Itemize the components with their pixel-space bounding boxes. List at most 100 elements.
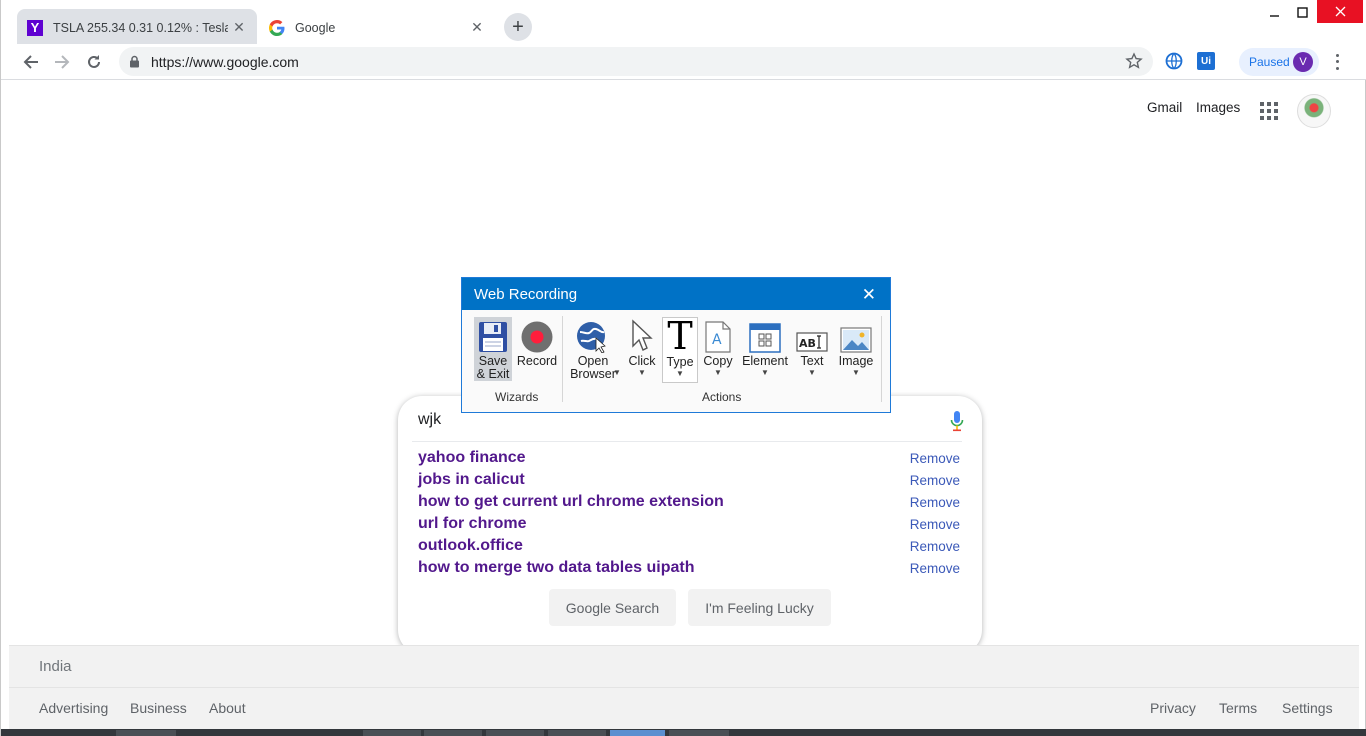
tab-title: Google: [295, 20, 336, 35]
microphone-icon[interactable]: [950, 410, 964, 432]
gmail-link[interactable]: Gmail: [1147, 100, 1182, 115]
suggestion-text[interactable]: yahoo finance: [418, 449, 526, 467]
images-link[interactable]: Images: [1196, 100, 1240, 115]
search-box: wjk yahoo finance Remove jobs in calicut…: [398, 396, 982, 654]
search-divider: [412, 441, 962, 442]
dropdown-caret-icon[interactable]: ▼: [714, 369, 722, 377]
advertising-link[interactable]: Advertising: [39, 700, 108, 716]
reload-icon[interactable]: [81, 49, 107, 75]
google-search-button[interactable]: Google Search: [549, 589, 676, 626]
yahoo-favicon-icon: Y: [27, 19, 43, 36]
privacy-link[interactable]: Privacy: [1150, 700, 1196, 716]
tab-close-icon[interactable]: ✕: [469, 19, 485, 35]
tab-google[interactable]: Google ✕: [259, 9, 495, 46]
tool-label: Type: [666, 355, 694, 369]
remove-suggestion-link[interactable]: Remove: [910, 539, 960, 554]
browser-menu-icon[interactable]: [1329, 52, 1345, 72]
text-abc-icon: AB: [796, 317, 828, 353]
remove-suggestion-link[interactable]: Remove: [910, 451, 960, 466]
remove-suggestion-link[interactable]: Remove: [910, 561, 960, 576]
tab-yahoo-finance[interactable]: Y TSLA 255.34 0.31 0.12% : Tesla, In ✕: [17, 9, 257, 46]
uipath-extension-icon[interactable]: Ui: [1197, 52, 1215, 70]
window-close-icon[interactable]: [1317, 0, 1363, 23]
tab-title: TSLA 255.34 0.31 0.12% : Tesla, In: [53, 20, 228, 35]
dialog-title-bar[interactable]: Web Recording ✕: [462, 278, 890, 310]
dropdown-caret-icon[interactable]: ▼: [761, 369, 769, 377]
copy-document-icon: A: [705, 317, 731, 353]
search-input[interactable]: wjk: [418, 411, 441, 429]
about-link[interactable]: About: [209, 700, 246, 716]
web-recording-dialog: Web Recording ✕ Save & Exit Record Open …: [461, 277, 891, 413]
taskbar-app[interactable]: [116, 730, 176, 736]
profile-avatar: V: [1293, 52, 1313, 72]
taskbar-app[interactable]: [669, 730, 729, 736]
tool-label: Text: [800, 354, 824, 368]
copy-button[interactable]: A Copy ▼: [702, 317, 734, 377]
actions-group-label: Actions: [702, 390, 742, 404]
suggestion-text[interactable]: how to merge two data tables uipath: [418, 559, 694, 577]
text-button[interactable]: AB Text ▼: [794, 317, 830, 377]
account-avatar[interactable]: [1297, 94, 1331, 128]
tool-label: Record: [516, 354, 558, 368]
taskbar-app[interactable]: [548, 730, 606, 736]
tab-strip: Y TSLA 255.34 0.31 0.12% : Tesla, In ✕ G…: [1, 0, 1366, 46]
record-button[interactable]: Record: [516, 317, 558, 368]
remove-suggestion-link[interactable]: Remove: [910, 495, 960, 510]
suggestion-text[interactable]: jobs in calicut: [418, 471, 525, 489]
tool-label: Browser: [570, 367, 616, 381]
dropdown-caret-icon[interactable]: ▼: [808, 369, 816, 377]
feeling-lucky-button[interactable]: I'm Feeling Lucky: [688, 589, 831, 626]
suggestion-item[interactable]: how to get current url chrome extension …: [418, 491, 960, 513]
suggestion-item[interactable]: outlook.office Remove: [418, 535, 960, 557]
new-tab-button[interactable]: +: [504, 13, 532, 41]
dropdown-caret-icon[interactable]: ▼: [638, 369, 646, 377]
remove-suggestion-link[interactable]: Remove: [910, 473, 960, 488]
profile-paused-button[interactable]: Paused V: [1239, 48, 1319, 76]
dropdown-caret-icon[interactable]: ▼: [852, 369, 860, 377]
business-link[interactable]: Business: [130, 700, 187, 716]
tool-label: Click: [628, 354, 656, 368]
type-t-icon: T: [667, 314, 693, 358]
suggestion-text[interactable]: outlook.office: [418, 537, 523, 555]
remove-suggestion-link[interactable]: Remove: [910, 517, 960, 532]
taskbar-app[interactable]: [363, 730, 421, 736]
suggestion-item[interactable]: jobs in calicut Remove: [418, 469, 960, 491]
minimize-icon[interactable]: [1259, 0, 1289, 24]
click-button[interactable]: Click ▼: [624, 317, 660, 377]
dropdown-caret-icon[interactable]: ▼: [676, 370, 684, 378]
recording-ribbon: Save & Exit Record Open Browser ▼ Click …: [462, 310, 890, 412]
suggestion-item[interactable]: url for chrome Remove: [418, 513, 960, 535]
tool-label: Image: [838, 354, 874, 368]
svg-text:AB: AB: [799, 337, 816, 350]
google-apps-icon[interactable]: [1260, 102, 1278, 120]
address-bar[interactable]: https://www.google.com: [119, 47, 1153, 76]
image-button[interactable]: Image ▼: [836, 317, 876, 377]
element-button[interactable]: Element ▼: [740, 317, 790, 377]
floppy-disk-icon: [478, 317, 508, 353]
suggestion-item[interactable]: yahoo finance Remove: [418, 447, 960, 469]
taskbar-app[interactable]: [424, 730, 482, 736]
open-browser-button[interactable]: Open Browser ▼: [568, 317, 621, 381]
suggestion-item[interactable]: how to merge two data tables uipath Remo…: [418, 557, 960, 579]
back-arrow-icon[interactable]: [18, 49, 44, 75]
browser-toolbar: https://www.google.com Ui Paused V: [1, 44, 1366, 80]
lock-icon: [130, 55, 139, 68]
suggestion-text[interactable]: how to get current url chrome extension: [418, 493, 724, 511]
dropdown-caret-icon[interactable]: ▼: [613, 369, 621, 377]
globe-cursor-icon: [576, 317, 610, 353]
bookmark-star-icon[interactable]: [1125, 52, 1143, 70]
dialog-close-icon[interactable]: ✕: [862, 285, 876, 305]
taskbar-app[interactable]: [486, 730, 544, 736]
terms-link[interactable]: Terms: [1219, 700, 1257, 716]
suggestion-text[interactable]: url for chrome: [418, 515, 526, 533]
group-separator: [562, 316, 563, 402]
taskbar-app-active[interactable]: [610, 730, 665, 736]
settings-link[interactable]: Settings: [1282, 700, 1333, 716]
save-exit-button[interactable]: Save & Exit: [474, 317, 512, 381]
tool-label: & Exit: [476, 367, 510, 381]
maximize-icon[interactable]: [1287, 0, 1317, 24]
forward-arrow-icon[interactable]: [49, 49, 75, 75]
extension-globe-icon[interactable]: [1165, 52, 1183, 70]
type-button[interactable]: T Type ▼: [662, 317, 698, 383]
tab-close-icon[interactable]: ✕: [231, 19, 247, 35]
